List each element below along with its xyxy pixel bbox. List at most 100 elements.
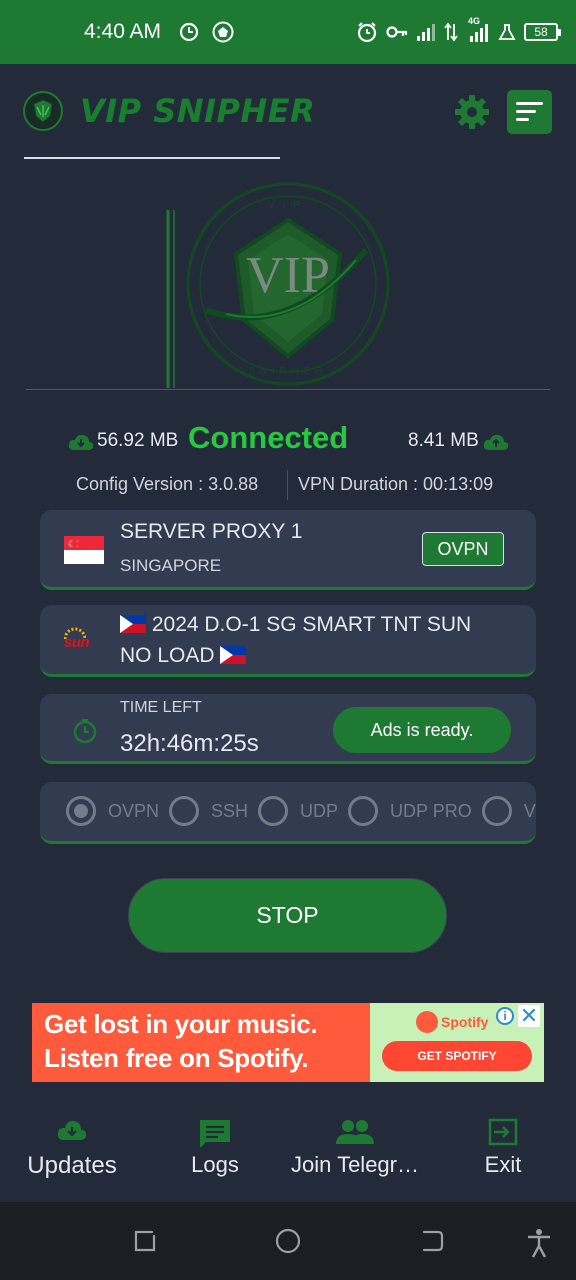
ad-cta-panel: Spotify i ✕ GET SPOTIFY [370,1003,544,1082]
home-icon[interactable] [275,1228,301,1254]
cloud-download-icon [57,1120,87,1140]
nav-label: Updates [27,1152,117,1179]
lab-flask-icon [498,24,516,40]
nav-label: Logs [191,1152,239,1177]
app-notification-icon [212,21,234,43]
menu-line [516,110,536,113]
get-spotify-button[interactable]: GET SPOTIFY [382,1041,532,1071]
menu-line [516,102,543,105]
protocol-option-ssh[interactable]: SSH [169,796,248,826]
protocol-badge: OVPN [422,532,504,566]
status-time: 4:40 AM [84,20,162,43]
logo-ring-text-bottom: SNIPHER [248,366,327,377]
payload-line-2: NO LOAD [120,644,215,667]
protocol-list: OVPN SSH UDP UDP PRO V2RAY [66,796,536,826]
settings-gear-icon[interactable] [452,92,492,132]
accessibility-icon[interactable] [526,1228,552,1258]
sun-logo-text: sun [64,634,90,651]
protocol-option-v2ray[interactable]: V2RAY [481,796,536,826]
app-logo-icon [23,91,63,131]
data-transfer-icon [444,22,458,42]
hero-divider [26,389,550,390]
nav-exit[interactable]: Exit [470,1118,536,1178]
message-icon [200,1120,230,1148]
upload-amount: 8.41 MB [408,430,479,451]
server-name: SERVER PROXY 1 [120,520,303,543]
app-title: VIP SNIPHER [80,92,316,130]
stop-button[interactable]: STOP [128,878,447,953]
server-country: SINGAPORE [120,556,222,575]
mobile-signal-icon: 4G [466,16,490,44]
ad-headline-2: Listen free on Spotify. [44,1043,309,1073]
protocol-selector: OVPN SSH UDP UDP PRO V2RAY [40,782,536,844]
info-divider [287,470,288,500]
protocol-label: SSH [211,800,249,821]
vpn-duration: VPN Duration : 00:13:09 [298,474,494,494]
philippines-flag-icon [220,646,247,664]
battery-indicator: 58 [524,23,561,41]
protocol-option-ovpn[interactable]: OVPN [66,796,159,826]
time-left-card: TIME LEFT 32h:46m:25s Ads is ready. [40,694,536,764]
nav-updates[interactable]: Updates [12,1118,132,1180]
singapore-flag-icon: ☾⁚ [64,536,104,564]
sun-network-logo: sun [62,627,106,655]
recent-apps-icon[interactable] [132,1228,158,1254]
protocol-option-udp[interactable]: UDP [258,796,338,826]
menu-button[interactable] [507,90,552,134]
app-header: VIP SNIPHER [0,64,576,164]
protocol-label: UDP PRO [390,800,472,821]
payload-line-1: 2024 D.O-1 SG SMART TNT SUN [151,613,472,636]
group-icon [336,1120,374,1144]
config-version: Config Version : 3.0.88 [76,474,259,494]
download-amount: 56.92 MB [97,430,179,451]
bottom-navigation: Updates Logs Join Telegr… Exit [0,1118,576,1202]
back-icon[interactable] [418,1228,444,1254]
nav-logs[interactable]: Logs [175,1118,255,1178]
menu-line [516,118,529,121]
status-bar: 4:40 AM 4G 58 [0,0,576,64]
protocol-label: OVPN [108,800,160,821]
radio-button[interactable] [66,796,96,826]
logo-ring-text-top: VIP [268,200,308,211]
cloud-upload-icon [483,434,509,450]
radio-button[interactable] [481,796,512,826]
payload-name: 2024 D.O-1 SG SMART TNT SUN NO LOAD [120,609,520,671]
title-divider [24,157,280,159]
ad-info-icon[interactable]: i [496,1007,514,1025]
server-selector[interactable]: ☾⁚ SERVER PROXY 1 SINGAPORE OVPN [40,510,536,590]
protocol-label: V2RAY [523,800,536,821]
signal-icon [417,24,435,41]
watch-ads-button[interactable]: Ads is ready. [333,707,511,753]
payload-selector[interactable]: sun 2024 D.O-1 SG SMART TNT SUN NO LOAD [40,605,536,677]
system-navigation-bar [0,1202,576,1280]
time-left-value: 32h:46m:25s [120,730,259,757]
clock-icon [179,22,199,42]
spotify-icon [416,1011,438,1033]
hero-logo-area: VIP VIP SNIPHER [26,180,550,390]
alarm-icon [357,22,377,43]
philippines-flag-icon [120,615,146,633]
nav-label: Join Telegr… [291,1152,419,1177]
protocol-option-udp-pro[interactable]: UDP PRO [348,796,472,826]
exit-icon [488,1118,518,1146]
info-row: Config Version : 3.0.88 VPN Duration : 0… [0,470,576,500]
ad-banner[interactable]: Get lost in your music. Listen free on S… [32,1003,544,1082]
radio-button[interactable] [348,796,379,826]
cloud-download-icon [68,434,94,450]
ad-close-icon[interactable]: ✕ [518,1005,540,1027]
time-left-label: TIME LEFT [120,699,202,716]
traffic-stats: 56.92 MB Connected 8.41 MB [0,420,576,460]
spotify-logo: Spotify [416,1011,488,1033]
radio-button[interactable] [258,796,289,826]
nav-join-telegram[interactable]: Join Telegr… [285,1118,425,1178]
logo-letters: VIP [246,247,330,304]
ad-headline-1: Get lost in your music. [44,1009,318,1039]
radio-button[interactable] [169,796,200,826]
spotify-brand-text: Spotify [441,1014,489,1030]
vip-shield-logo: VIP VIP SNIPHER [166,182,390,388]
timer-icon [73,718,97,744]
connection-status: Connected [188,420,349,455]
nav-label: Exit [484,1152,522,1177]
vpn-key-icon [386,26,408,38]
protocol-label: UDP [300,800,339,821]
